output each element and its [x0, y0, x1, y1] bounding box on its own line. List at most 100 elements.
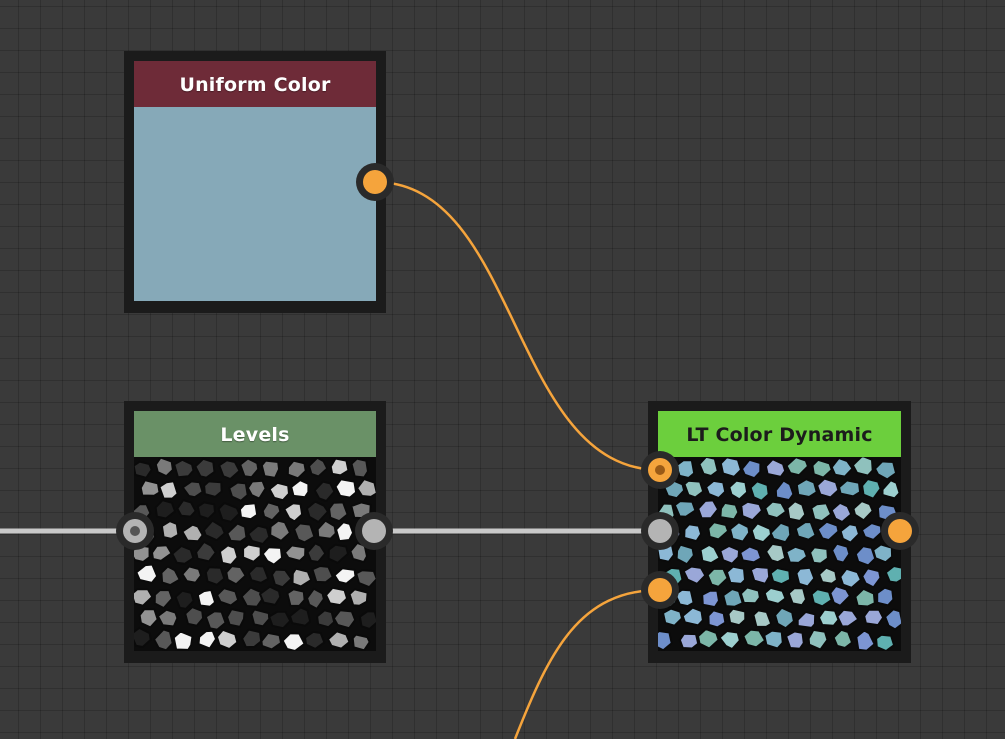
texture-cell [332, 609, 357, 630]
texture-cell [271, 568, 293, 589]
texture-cell [769, 521, 792, 544]
texture-cell [311, 565, 334, 584]
graph-canvas[interactable]: Uniform Color Levels LT Color Dynamic [0, 0, 1005, 739]
texture-cell [675, 543, 695, 566]
texture-cell [851, 457, 874, 477]
texture-cell [829, 585, 851, 607]
texture-cell [348, 588, 369, 607]
texture-cell [308, 457, 329, 478]
texture-cell [261, 501, 282, 522]
texture-cell [217, 501, 241, 523]
texture-cell [818, 566, 838, 585]
texture-cell [228, 481, 249, 502]
input-port-color-connected[interactable] [641, 451, 679, 489]
texture-cell [739, 545, 763, 564]
texture-cell [765, 542, 787, 564]
texture-cell [204, 610, 227, 631]
texture-cell [839, 567, 862, 589]
texture-cell [699, 543, 721, 565]
texture-cell [729, 521, 751, 543]
input-port-grayscale[interactable] [116, 512, 154, 550]
texture-cell [181, 565, 203, 584]
texture-cell [139, 479, 161, 497]
input-port-grayscale[interactable] [641, 512, 679, 550]
texture-cell [290, 479, 310, 499]
texture-cell [769, 567, 792, 586]
texture-cell [707, 609, 727, 629]
texture-cell [831, 542, 851, 564]
node-preview-thumbnail [134, 107, 376, 301]
texture-cell [725, 565, 746, 585]
texture-cell [134, 626, 152, 648]
output-port-color[interactable] [356, 163, 394, 201]
texture-cell [328, 501, 349, 523]
texture-cell [854, 587, 876, 608]
texture-cell [807, 628, 829, 651]
texture-cell [786, 500, 807, 522]
output-port-color[interactable] [881, 512, 919, 550]
texture-cell [764, 458, 787, 478]
texture-cell [204, 566, 226, 586]
texture-cell [816, 520, 840, 542]
texture-cell [719, 544, 741, 565]
wire-orange-uniform-to-lt[interactable] [374, 180, 661, 472]
texture-cell [218, 544, 239, 566]
texture-cell [816, 477, 840, 499]
texture-cell [785, 630, 805, 650]
texture-cell [718, 630, 741, 651]
node-preview-thumbnail [658, 457, 901, 651]
texture-cell [305, 500, 329, 523]
texture-cell [662, 607, 683, 627]
texture-cell [742, 628, 767, 649]
texture-cell [196, 501, 216, 520]
texture-cell [728, 479, 749, 501]
texture-cell [281, 632, 306, 651]
texture-cell [238, 502, 259, 521]
texture-cell [681, 606, 704, 627]
texture-cell [242, 543, 262, 563]
texture-cell [863, 608, 885, 627]
texture-cell [261, 546, 283, 566]
texture-cell [874, 460, 898, 481]
texture-cell [719, 457, 742, 478]
texture-cell [215, 628, 239, 650]
texture-cell [259, 585, 282, 606]
texture-cell [701, 589, 720, 609]
input-port-color-2[interactable] [641, 571, 679, 609]
node-lt-color-dynamic[interactable]: LT Color Dynamic [648, 401, 911, 663]
texture-cell [785, 457, 809, 477]
texture-cell [697, 499, 720, 520]
texture-cell [174, 589, 195, 610]
texture-cell [216, 587, 240, 607]
texture-cell [316, 519, 337, 540]
texture-cell [350, 457, 369, 479]
texture-cell [795, 566, 816, 588]
output-port-grayscale[interactable] [355, 512, 393, 550]
texture-cell [154, 457, 174, 478]
texture-cell [260, 631, 283, 651]
texture-cell [698, 457, 719, 477]
texture-cell [325, 586, 349, 607]
texture-cell [817, 608, 840, 627]
texture-cell [810, 502, 833, 523]
texture-cell [289, 606, 312, 627]
texture-cell [291, 567, 313, 588]
texture-cell [176, 499, 197, 518]
texture-cell [283, 502, 304, 523]
texture-cell [749, 565, 771, 585]
texture-cell [707, 521, 730, 541]
texture-cell [203, 480, 223, 498]
texture-cell [160, 565, 181, 587]
texture-cell [741, 458, 762, 480]
texture-cell [306, 587, 325, 610]
node-levels[interactable]: Levels [124, 401, 386, 663]
node-uniform-color[interactable]: Uniform Color [124, 51, 386, 313]
wire-orange-bottom-to-lt[interactable] [513, 588, 661, 739]
texture-cell [876, 586, 895, 607]
texture-cell [855, 629, 876, 651]
texture-cell [181, 523, 204, 543]
texture-cell [884, 608, 901, 631]
texture-cell [795, 478, 818, 498]
texture-cell [763, 586, 787, 605]
texture-cell [181, 480, 204, 499]
